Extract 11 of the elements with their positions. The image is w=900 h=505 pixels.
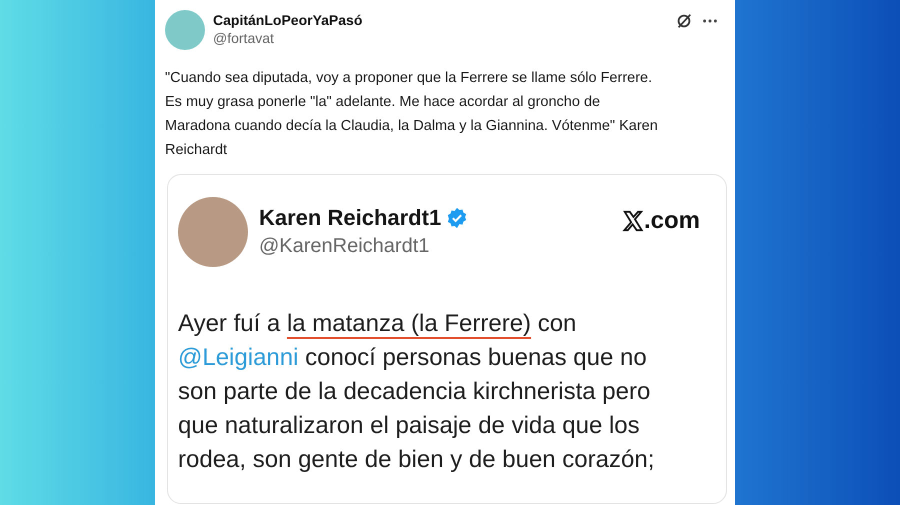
quoted-author-handle[interactable]: @KarenReichardt1 — [259, 235, 611, 258]
site-label: .com — [644, 207, 700, 235]
quoted-post-text: Ayer fuí a la matanza (la Ferrere) con @Leigianni conocí personas buenas que no son parte de la decadencia kirchnerista pero que naturalizaron el paisaje de vida que los rodea, son gente de bien y de buen corazón; — [178, 309, 656, 475]
post-text: "Cuando sea diputada, voy a proponer que la Ferrere se llame sólo Ferrere. Es muy grasa ponerle "la" adelante. Me hace acordar al groncho de Maradona cuando decía la Claudia, la Dalma y la Giannina. Vótenme" Karen Reichardt — [165, 69, 659, 160]
slashed-circle-icon[interactable] — [675, 12, 693, 30]
quoted-author-name[interactable]: Karen Reichardt1 — [259, 205, 442, 231]
mention-link[interactable]: @Leigianni — [178, 344, 298, 371]
x-logo-icon — [622, 210, 644, 232]
quoted-post-card[interactable] — [167, 174, 727, 504]
author-handle[interactable]: @fortavat — [213, 30, 667, 46]
author-name[interactable]: CapitánLoPeorYaPasó — [213, 12, 667, 28]
